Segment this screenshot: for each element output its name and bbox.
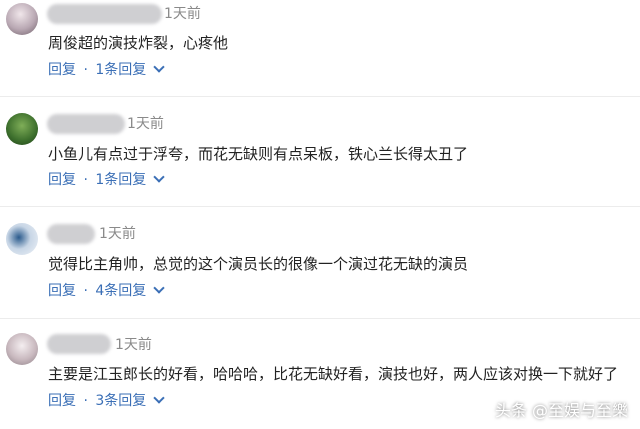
divider	[0, 318, 640, 319]
chevron-down-icon[interactable]	[153, 392, 165, 404]
username-blurred[interactable]	[47, 4, 162, 24]
comment-time: 1天前	[115, 337, 152, 353]
separator-dot: ·	[83, 62, 88, 78]
reply-button[interactable]: 回复	[48, 60, 76, 80]
comment-text: 周俊超的演技炸裂，心疼他	[48, 34, 229, 52]
chevron-down-icon[interactable]	[153, 171, 165, 183]
reply-count-button[interactable]: 4条回复	[95, 281, 146, 301]
reply-row: 回复 · 3条回复	[48, 391, 165, 411]
username-blurred[interactable]	[47, 114, 125, 134]
avatar[interactable]	[6, 113, 38, 145]
avatar[interactable]	[6, 223, 38, 255]
avatar[interactable]	[6, 333, 38, 365]
divider	[0, 206, 640, 207]
reply-button[interactable]: 回复	[48, 170, 76, 190]
reply-row: 回复 · 4条回复	[48, 281, 165, 301]
comment-time: 1天前	[99, 226, 136, 242]
reply-row: 回复 · 1条回复	[48, 170, 165, 190]
separator-dot: ·	[83, 172, 88, 188]
username-blurred[interactable]	[47, 224, 95, 244]
watermark: 头条 @至娱与至樂	[494, 401, 628, 420]
reply-count-button[interactable]: 3条回复	[95, 391, 146, 411]
reply-count-button[interactable]: 1条回复	[95, 60, 146, 80]
reply-button[interactable]: 回复	[48, 391, 76, 411]
avatar[interactable]	[6, 3, 38, 35]
reply-button[interactable]: 回复	[48, 281, 76, 301]
comment-time: 1天前	[164, 6, 201, 22]
username-blurred[interactable]	[47, 334, 111, 354]
reply-count-button[interactable]: 1条回复	[95, 170, 146, 190]
reply-row: 回复 · 1条回复	[48, 60, 165, 80]
comment-text: 觉得比主角帅，总觉的这个演员长的很像一个演过花无缺的演员	[48, 255, 469, 273]
chevron-down-icon[interactable]	[153, 61, 165, 73]
divider	[0, 96, 640, 97]
chevron-down-icon[interactable]	[153, 282, 165, 294]
comment-time: 1天前	[127, 116, 164, 132]
separator-dot: ·	[83, 283, 88, 299]
comment-text: 小鱼儿有点过于浮夸，而花无缺则有点呆板，铁心兰长得太丑了	[48, 145, 469, 163]
separator-dot: ·	[83, 393, 88, 409]
comment-text: 主要是江玉郎长的好看，哈哈哈，比花无缺好看，演技也好，两人应该对换一下就好了	[48, 365, 619, 383]
